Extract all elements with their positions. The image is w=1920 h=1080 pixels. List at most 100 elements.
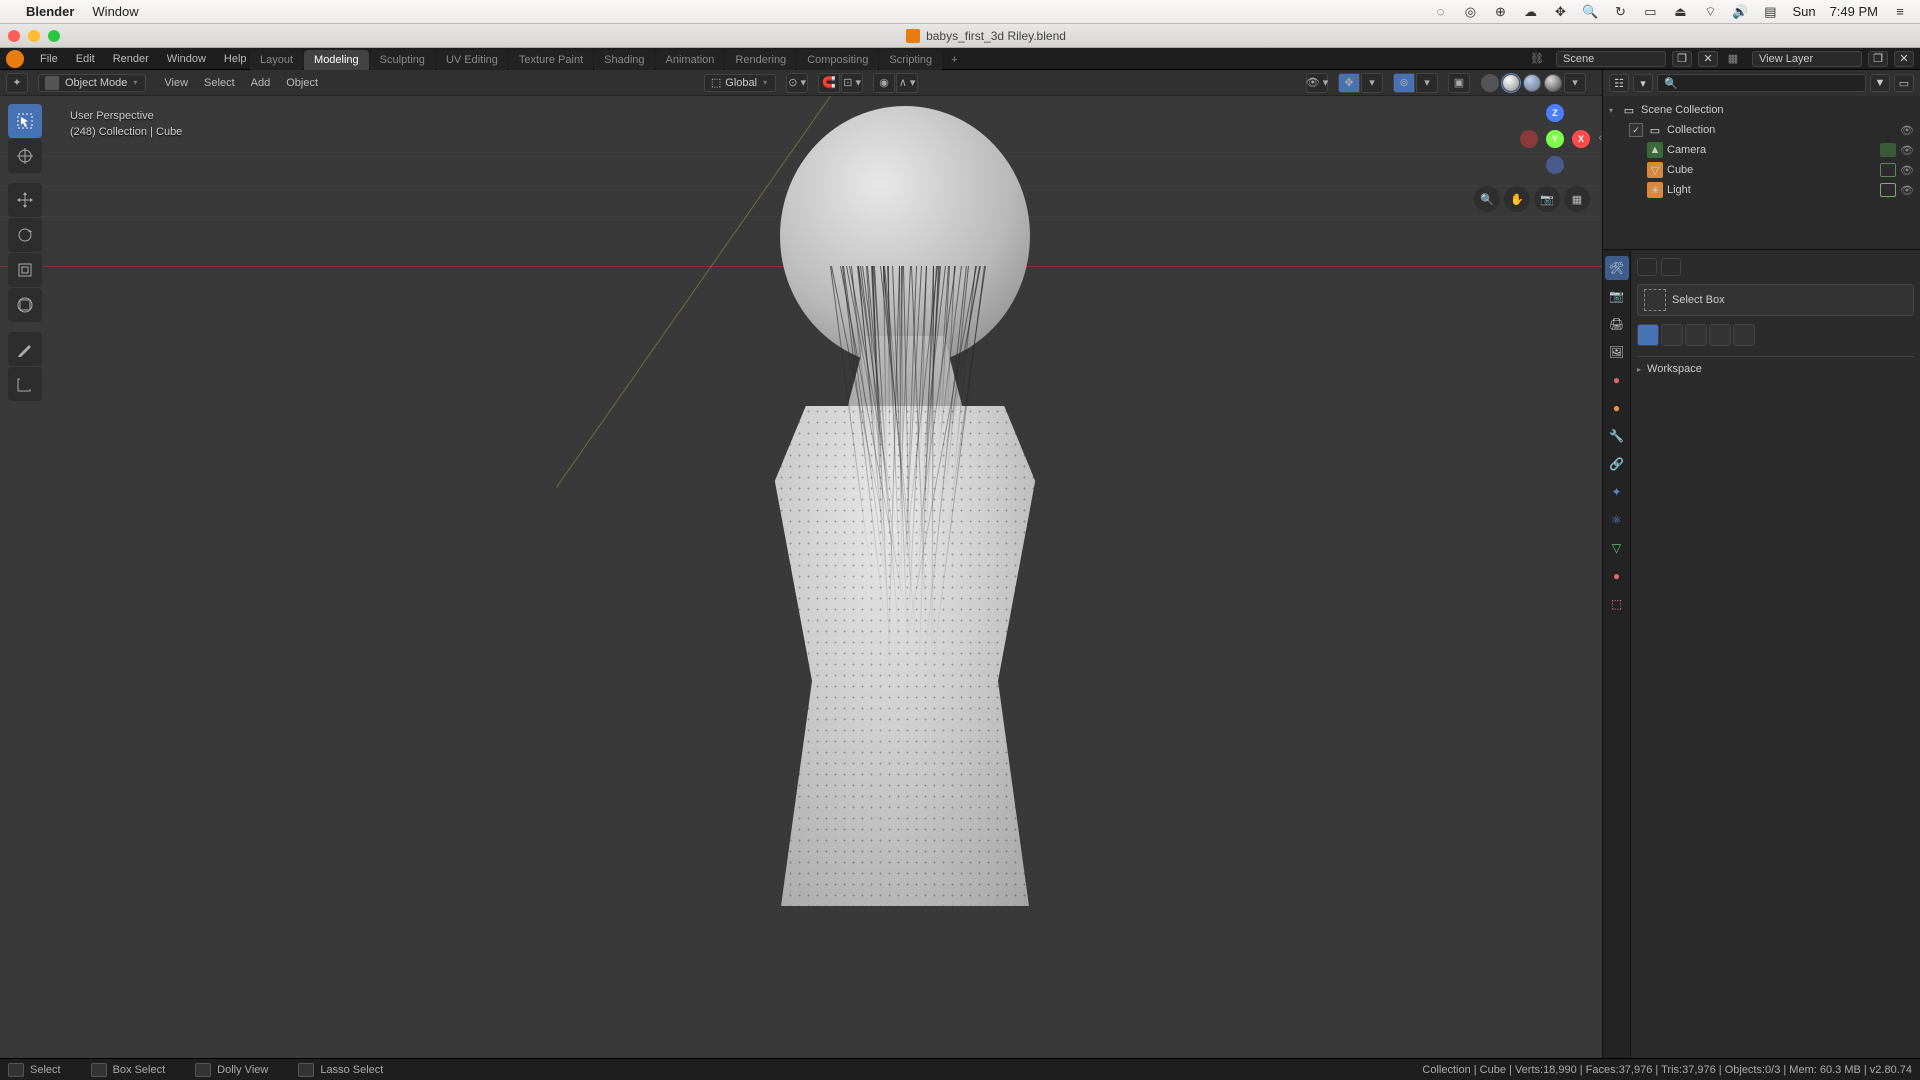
tab-layout[interactable]: Layout — [250, 50, 303, 70]
menubar-icon-2[interactable]: ◎ — [1462, 4, 1478, 20]
outliner-camera[interactable]: ▸▲Camera 👁 — [1603, 140, 1920, 160]
tool-transform[interactable] — [8, 288, 42, 322]
ptab-modifier[interactable]: 🔗 — [1605, 452, 1629, 476]
outliner-cube[interactable]: ▸▽Cube 👁 — [1603, 160, 1920, 180]
properties-type-button[interactable] — [1637, 258, 1657, 276]
gizmo-dropdown[interactable]: ▾ — [1361, 73, 1383, 93]
ptab-object[interactable]: 🔧 — [1605, 424, 1629, 448]
tab-sculpting[interactable]: Sculpting — [370, 50, 435, 70]
mac-app-name[interactable]: Blender — [26, 4, 74, 19]
editor-type-button[interactable]: ✦ — [6, 73, 28, 93]
xray-toggle[interactable]: ▣ — [1448, 73, 1470, 93]
scene-delete-button[interactable]: ✕ — [1698, 51, 1718, 67]
ptab-output[interactable]: 🖨 — [1605, 312, 1629, 336]
ptab-tool[interactable]: 🛠 — [1605, 256, 1629, 280]
properties-pin-button[interactable] — [1661, 258, 1681, 276]
menu-render[interactable]: Render — [105, 50, 157, 68]
active-tool-display[interactable]: Select Box — [1637, 284, 1914, 316]
menubar-icon-3[interactable]: ⊕ — [1492, 4, 1508, 20]
ptab-scene[interactable]: ● — [1605, 368, 1629, 392]
eye-icon[interactable]: 👁 — [1900, 184, 1914, 197]
tab-modeling[interactable]: Modeling — [304, 50, 369, 70]
gizmo-y[interactable]: Y — [1546, 130, 1564, 148]
select-mode-4[interactable] — [1709, 324, 1731, 346]
tool-rotate[interactable] — [8, 218, 42, 252]
nav-zoom[interactable]: 🔍 — [1474, 186, 1500, 212]
snap-dropdown[interactable]: ⊡▾ — [841, 73, 863, 93]
menubar-hamburger-icon[interactable]: ≡ — [1892, 4, 1908, 20]
menubar-time[interactable]: 7:49 PM — [1830, 4, 1878, 19]
shading-lookdev[interactable] — [1523, 74, 1541, 92]
blender-logo-icon[interactable] — [6, 50, 24, 68]
nav-camera[interactable]: 📷 — [1534, 186, 1560, 212]
outliner-new-collection[interactable]: ▭ — [1894, 74, 1914, 92]
tab-compositing[interactable]: Compositing — [797, 50, 878, 70]
ptab-constraint[interactable]: ▽ — [1605, 536, 1629, 560]
tool-measure[interactable] — [8, 367, 42, 401]
viewport-menu-object[interactable]: Object — [278, 77, 326, 89]
eject-icon[interactable]: ⏏ — [1672, 4, 1688, 20]
ptab-world[interactable]: ● — [1605, 396, 1629, 420]
menubar-icon-4[interactable]: ☁ — [1522, 4, 1538, 20]
menubar-day[interactable]: Sun — [1792, 4, 1815, 19]
zoom-window-button[interactable] — [48, 30, 60, 42]
mode-dropdown[interactable]: Object Mode▾ — [38, 74, 146, 92]
viewport-menu-view[interactable]: View — [156, 77, 196, 89]
select-mode-1[interactable] — [1637, 324, 1659, 346]
menu-file[interactable]: File — [32, 50, 66, 68]
gizmo-z[interactable]: Z — [1546, 104, 1564, 122]
viewlayer-field[interactable]: View Layer — [1752, 51, 1862, 67]
ptab-material[interactable]: ⬚ — [1605, 592, 1629, 616]
snap-toggle[interactable]: 🧲 — [818, 73, 840, 93]
mac-menu-window[interactable]: Window — [92, 4, 138, 19]
minimize-window-button[interactable] — [28, 30, 40, 42]
pivot-dropdown[interactable]: ⊙▾ — [786, 73, 808, 93]
tab-shading[interactable]: Shading — [594, 50, 654, 70]
tab-animation[interactable]: Animation — [656, 50, 725, 70]
ptab-physics[interactable]: ⚛ — [1605, 508, 1629, 532]
workspace-panel[interactable]: ▸Workspace — [1637, 356, 1914, 381]
spotlight-icon[interactable]: 🔍 — [1582, 4, 1598, 20]
menubar-icon-5[interactable]: ✥ — [1552, 4, 1568, 20]
gizmo-x[interactable]: X — [1572, 130, 1590, 148]
date-icon[interactable]: ▤ — [1762, 4, 1778, 20]
nav-ortho[interactable]: ▦ — [1564, 186, 1590, 212]
menu-edit[interactable]: Edit — [68, 50, 103, 68]
ptab-data[interactable]: ● — [1605, 564, 1629, 588]
outliner-filter-button[interactable]: ▼ — [1870, 74, 1890, 92]
tab-rendering[interactable]: Rendering — [725, 50, 796, 70]
ptab-particle[interactable]: ✦ — [1605, 480, 1629, 504]
gizmo-neg-z[interactable] — [1546, 156, 1564, 174]
scene-field[interactable]: Scene — [1556, 51, 1666, 67]
viewlayer-delete-button[interactable]: ✕ — [1894, 51, 1914, 67]
mesh-object[interactable] — [700, 106, 1100, 1006]
timemachine-icon[interactable]: ↻ — [1612, 4, 1628, 20]
gizmo-toggle[interactable]: ✥ — [1338, 73, 1360, 93]
viewport-menu-select[interactable]: Select — [196, 77, 243, 89]
overlays-toggle[interactable]: ⊚ — [1393, 73, 1415, 93]
tool-cursor[interactable] — [8, 139, 42, 173]
menu-window[interactable]: Window — [159, 50, 214, 68]
tab-add-button[interactable]: + — [943, 50, 965, 70]
tab-texturepaint[interactable]: Texture Paint — [509, 50, 593, 70]
shading-rendered[interactable] — [1544, 74, 1562, 92]
shading-dropdown[interactable]: ▾ — [1564, 73, 1586, 93]
eye-icon[interactable]: 👁 — [1900, 164, 1914, 177]
outliner-display-button[interactable]: ▾ — [1633, 74, 1653, 92]
visibility-dropdown[interactable]: 👁▾ — [1306, 73, 1328, 93]
outliner-search[interactable]: 🔍 — [1657, 74, 1866, 92]
menubar-icon-1[interactable]: ◌ — [1432, 4, 1448, 20]
select-mode-3[interactable] — [1685, 324, 1707, 346]
eye-icon[interactable]: 👁 — [1900, 144, 1914, 157]
tool-scale[interactable] — [8, 253, 42, 287]
tab-scripting[interactable]: Scripting — [879, 50, 942, 70]
close-window-button[interactable] — [8, 30, 20, 42]
tool-annotate[interactable] — [8, 332, 42, 366]
select-mode-5[interactable] — [1733, 324, 1755, 346]
outliner-light[interactable]: ▸☀Light 👁 — [1603, 180, 1920, 200]
nav-gizmo[interactable]: Z Y X ‹ — [1520, 104, 1590, 174]
volume-icon[interactable]: 🔊 — [1732, 4, 1748, 20]
viewlayer-new-button[interactable]: ❐ — [1868, 51, 1888, 67]
display-icon[interactable]: ▭ — [1642, 4, 1658, 20]
eye-icon[interactable]: 👁 — [1900, 124, 1914, 137]
